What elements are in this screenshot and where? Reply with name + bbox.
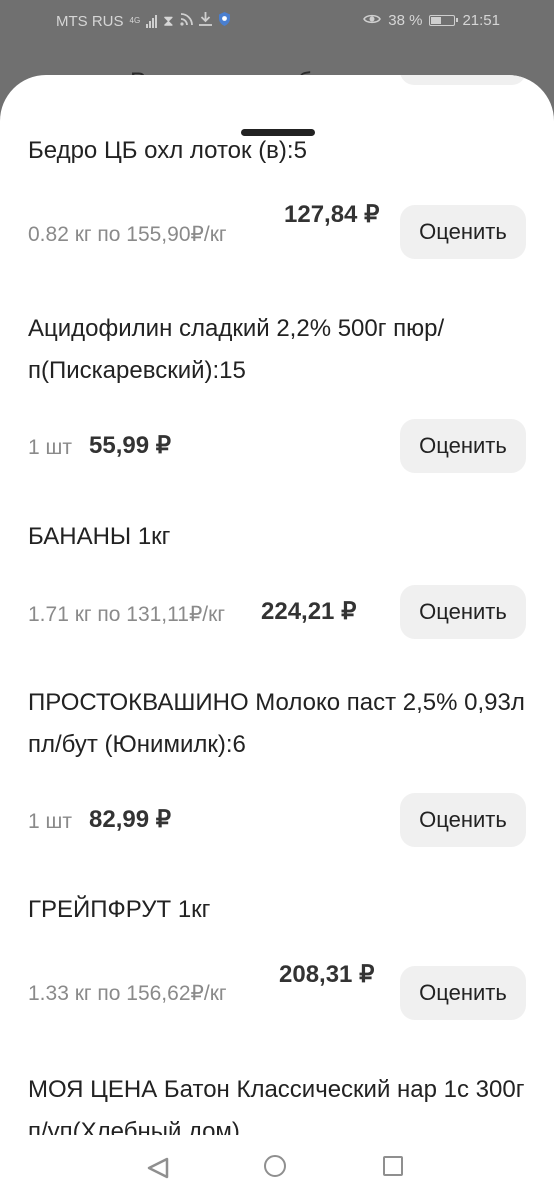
item-price: 208,31 ₽ [279,961,375,988]
download-icon [198,12,212,30]
item-quantity: 1.71 кг по 131,11₽/кг [28,603,225,626]
partial-rate-button [400,75,526,85]
purchase-items-sheet[interactable]: Бедро ЦБ охл лоток (в):5 0.82 кг по 155,… [0,75,554,1135]
network-type-icon: 4G [129,16,141,25]
item-quantity: 1 шт [28,810,72,833]
item-price: 224,21 ₽ [261,598,357,625]
rss-icon [180,12,193,30]
system-navigation-bar [0,1135,554,1200]
item-name: Ацидофилин сладкий 2,2% 500г пюр/п(Писка… [28,315,445,384]
item-quantity: 1 шт [28,436,72,459]
rate-button[interactable]: Оценить [400,793,526,847]
rate-button[interactable]: Оценить [400,205,526,259]
item-quantity: 1.33 кг по 156,62₽/кг [28,982,227,1005]
rate-button[interactable]: Оценить [400,966,526,1020]
item-name: ПРОСТОКВАШИНО Молоко паст 2,5% 0,93л пл/… [28,689,525,758]
clock: 21:51 [462,12,500,29]
shield-icon [218,12,231,30]
item-price: 82,99 ₽ [89,806,171,833]
eye-icon [363,12,382,29]
sheet-drag-handle[interactable] [241,129,315,136]
item-name: МОЯ ЦЕНА Батон Классический нар 1с 300г … [28,1076,525,1135]
status-bar: MTS RUS 4G ⧗ 38 % 21:51 [0,0,554,42]
item-price: 55,99 ₽ [89,432,171,459]
item-name: ГРЕЙПФРУТ 1кг [28,896,211,923]
item-name: БАНАНЫ 1кг [28,523,171,550]
circle-home-icon[interactable] [264,1155,286,1177]
rate-button[interactable]: Оценить [400,585,526,639]
item-quantity: 0.82 кг по 155,90₽/кг [28,223,227,246]
signal-icon [146,14,158,28]
item-name: Бедро ЦБ охл лоток (в):5 [28,137,307,164]
triangle-back-icon[interactable] [146,1157,170,1184]
hourglass-icon: ⧗ [163,12,174,30]
rate-button[interactable]: Оценить [400,419,526,473]
battery-icon [429,15,459,26]
battery-percent: 38 % [388,12,423,29]
carrier-label: MTS RUS [56,12,124,30]
square-recents-icon[interactable] [383,1156,403,1176]
item-price: 127,84 ₽ [284,201,380,228]
